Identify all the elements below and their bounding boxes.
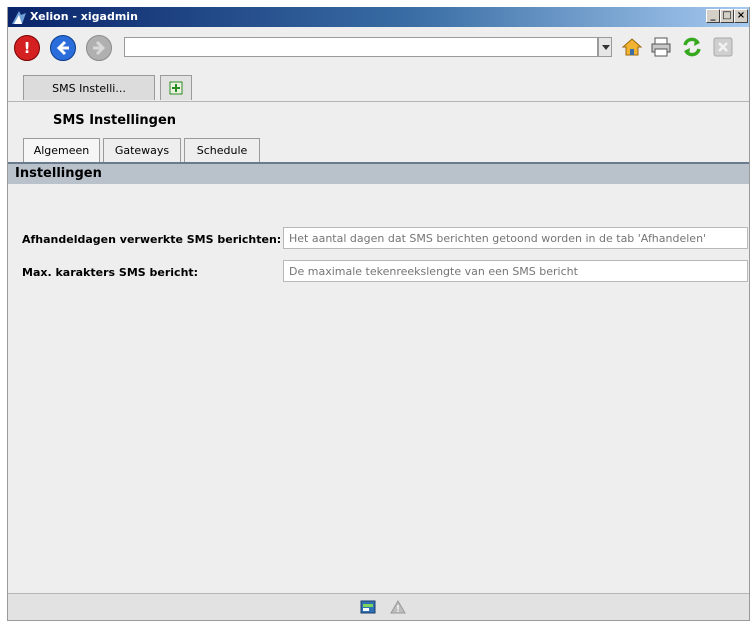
toolbar: ! bbox=[8, 27, 749, 67]
new-tab-icon bbox=[169, 81, 183, 95]
title-bar[interactable]: Xelion - xigadmin _ □ × bbox=[8, 7, 749, 27]
settings-tab-strip: Algemeen Gateways Schedule bbox=[8, 134, 749, 162]
document-tab-strip: SMS Instelli... bbox=[8, 67, 749, 102]
afhandeldagen-input[interactable] bbox=[283, 227, 748, 249]
maximize-button[interactable]: □ bbox=[720, 9, 734, 23]
close-tab-icon[interactable] bbox=[711, 35, 735, 59]
tab-sms-instellingen[interactable]: SMS Instelli... bbox=[23, 75, 155, 100]
tab-algemeen[interactable]: Algemeen bbox=[23, 138, 100, 162]
address-combo-input[interactable] bbox=[124, 37, 598, 57]
afhandeldagen-label: Afhandeldagen verwerkte SMS berichten: bbox=[22, 233, 282, 246]
back-icon[interactable] bbox=[50, 35, 76, 61]
page-title: SMS Instellingen bbox=[53, 113, 177, 128]
forward-icon[interactable] bbox=[86, 35, 112, 61]
window-controls: _ □ × bbox=[706, 9, 748, 23]
status-bar bbox=[8, 593, 749, 620]
dropdown-arrow-icon[interactable] bbox=[598, 37, 612, 57]
max-karakters-label: Max. karakters SMS bericht: bbox=[22, 266, 199, 279]
stop-icon[interactable]: ! bbox=[14, 35, 40, 61]
xelion-logo-icon bbox=[12, 11, 26, 24]
window-title: Xelion - xigadmin bbox=[30, 10, 138, 23]
new-tab-button[interactable] bbox=[160, 75, 192, 100]
tab-gateways[interactable]: Gateways bbox=[103, 138, 181, 162]
close-button[interactable]: × bbox=[734, 9, 748, 23]
warning-icon[interactable] bbox=[390, 599, 406, 615]
sms-status-icon[interactable] bbox=[360, 599, 376, 615]
app-window: Xelion - xigadmin _ □ × ! SMS Instelli..… bbox=[7, 7, 750, 621]
minimize-button[interactable]: _ bbox=[706, 9, 720, 23]
print-icon[interactable] bbox=[649, 35, 673, 59]
home-icon[interactable] bbox=[620, 35, 644, 59]
section-header: Instellingen bbox=[8, 164, 749, 184]
refresh-icon[interactable] bbox=[680, 35, 704, 59]
tab-schedule[interactable]: Schedule bbox=[184, 138, 260, 162]
max-karakters-input[interactable] bbox=[283, 260, 748, 282]
